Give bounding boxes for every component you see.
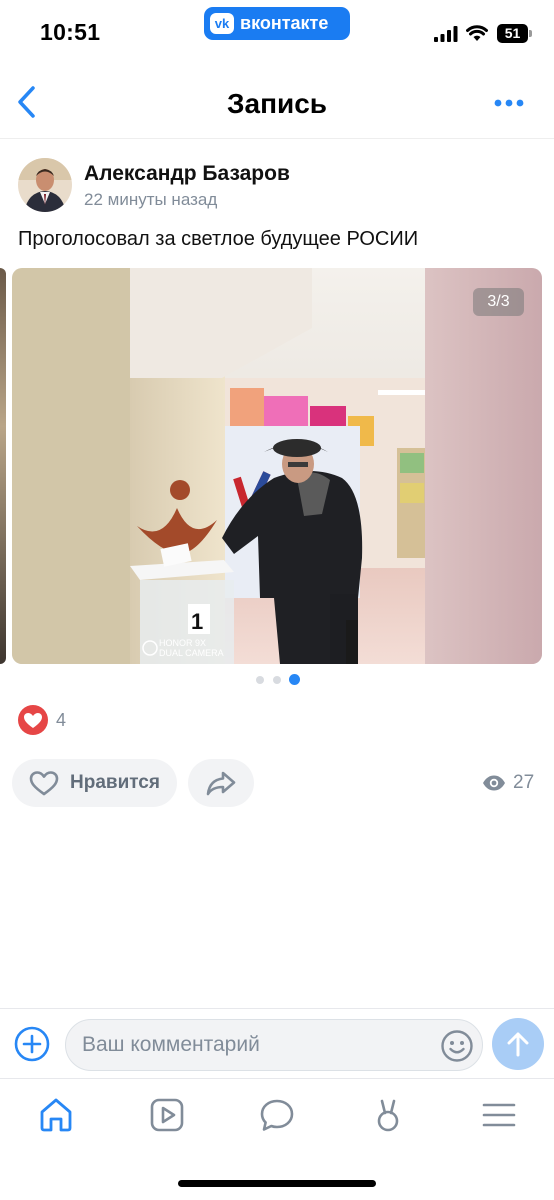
comment-input-container <box>65 1019 483 1071</box>
return-to-app-pill[interactable]: vk вконтакте <box>204 7 350 40</box>
photo-counter: 3/3 <box>473 288 524 316</box>
heart-reaction-icon <box>18 705 48 735</box>
home-icon <box>40 1098 72 1132</box>
eye-icon <box>483 775 505 791</box>
ballot-box-number: 1 <box>191 609 203 634</box>
wifi-icon <box>466 25 488 41</box>
messages-icon <box>260 1099 294 1131</box>
header-divider <box>0 138 554 139</box>
pagination-dot-active <box>289 674 300 685</box>
home-indicator <box>178 1180 376 1187</box>
tab-menu[interactable] <box>479 1095 519 1135</box>
page-header: Запись <box>0 70 554 136</box>
previous-photo-edge[interactable] <box>0 268 6 664</box>
author-name[interactable]: Александр Базаров <box>84 162 290 186</box>
app-pill-label: вконтакте <box>240 13 329 33</box>
vk-logo-icon: vk <box>210 13 234 34</box>
video-icon <box>150 1098 184 1132</box>
clips-icon <box>377 1099 399 1132</box>
battery-icon: 51 <box>497 24 532 43</box>
carousel-pagination <box>254 674 304 686</box>
post-text: Проголосовал за светлое будущее РОСИИ <box>18 228 419 250</box>
like-label: Нравится <box>70 772 160 793</box>
tab-video[interactable] <box>147 1095 187 1135</box>
tab-clips[interactable] <box>368 1095 408 1135</box>
signal-icon <box>434 26 458 42</box>
comment-composer <box>0 1008 554 1078</box>
send-button[interactable] <box>492 1018 544 1070</box>
pagination-dot <box>256 676 264 684</box>
post-timestamp: 22 минуты назад <box>84 190 218 209</box>
author-avatar[interactable] <box>18 158 72 212</box>
camera-watermark-line1: HONOR 9X <box>159 638 206 648</box>
pagination-dot <box>273 676 281 684</box>
reactions-count: 4 <box>56 710 67 730</box>
share-icon <box>206 771 236 796</box>
like-button[interactable]: Нравится <box>12 759 177 807</box>
page-title: Запись <box>226 88 328 119</box>
battery-level: 51 <box>504 25 521 41</box>
heart-outline-icon <box>29 771 59 796</box>
more-dots-icon[interactable] <box>493 94 525 112</box>
smile-icon[interactable] <box>440 1029 474 1063</box>
post-photo[interactable]: 1 HONOR 9X DUAL CAMERA <box>12 268 542 664</box>
status-bar: 10:51 vk вконтакте 51 <box>0 0 554 60</box>
status-time: 10:51 <box>40 19 101 45</box>
add-attachment-icon[interactable] <box>14 1026 50 1062</box>
menu-icon <box>482 1103 516 1127</box>
tab-messages[interactable] <box>257 1095 297 1135</box>
tab-home[interactable] <box>36 1095 76 1135</box>
views-count: 27 <box>513 772 535 793</box>
send-arrow-icon <box>507 1032 529 1057</box>
share-button[interactable] <box>188 759 254 807</box>
photo-carousel[interactable]: 1 HONOR 9X DUAL CAMERA 3/3 <box>0 268 554 666</box>
camera-watermark-line2: DUAL CAMERA <box>159 648 224 658</box>
comment-input[interactable] <box>82 1020 422 1070</box>
